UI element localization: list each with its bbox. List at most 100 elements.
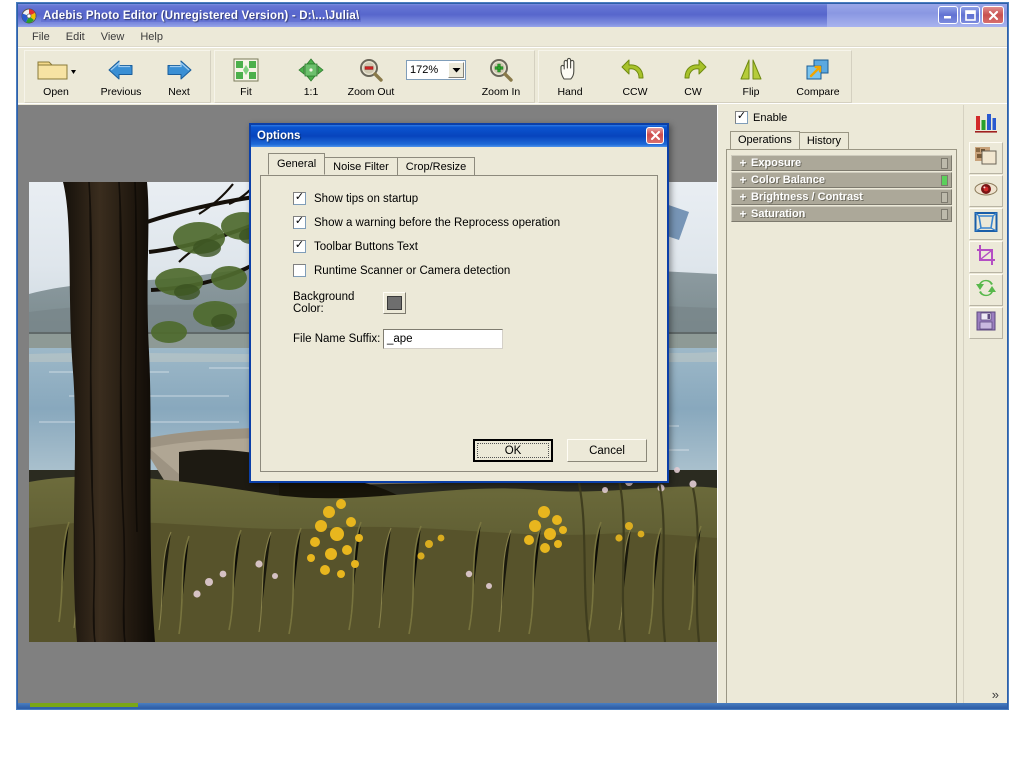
dock-expand-more[interactable]: »: [992, 687, 999, 702]
dialog-general-page: ✓ Show tips on startup ✓ Show a warning …: [260, 175, 658, 472]
flip-label: Flip: [742, 86, 760, 98]
menu-item-view[interactable]: View: [93, 29, 133, 45]
status-strip: [18, 703, 1007, 708]
zoom-out-label: Zoom Out: [347, 86, 395, 98]
zoom-in-button[interactable]: Zoom In: [470, 52, 532, 98]
close-button[interactable]: [982, 6, 1004, 24]
options-dialog: Options General Noise Filter Crop/Resize…: [249, 123, 669, 483]
operation-row-exposure[interactable]: + Exposure: [731, 155, 952, 171]
flip-icon: [736, 55, 766, 85]
window-title: Adebis Photo Editor (Unregistered Versio…: [41, 9, 362, 22]
expander-icon[interactable]: +: [735, 190, 751, 204]
rotate-ccw-button[interactable]: CCW: [606, 52, 664, 98]
dialog-title: Options: [257, 130, 301, 142]
dialog-tab-general[interactable]: General: [268, 153, 326, 175]
enable-label: Enable: [753, 111, 788, 124]
hand-label: Hand: [557, 86, 583, 98]
image-texture-button[interactable]: [968, 142, 1003, 174]
fit-button[interactable]: Fit: [217, 52, 275, 98]
save-button[interactable]: [968, 307, 1003, 339]
menu-item-file[interactable]: File: [24, 29, 58, 45]
crop-button[interactable]: [968, 241, 1003, 273]
toolbar: Open Previous Next Fit 1:1 Zoom Out 172%…: [18, 47, 1007, 104]
minimize-button[interactable]: [938, 6, 958, 24]
operation-row-saturation[interactable]: + Saturation: [731, 206, 952, 222]
maximize-button[interactable]: [960, 6, 980, 24]
fit-icon: [232, 55, 260, 85]
menu-item-edit[interactable]: Edit: [58, 29, 93, 45]
menu-item-help[interactable]: Help: [132, 29, 171, 45]
previous-button[interactable]: Previous: [92, 52, 150, 98]
operation-row-color-balance[interactable]: + Color Balance: [731, 172, 952, 188]
dialog-tab-noise-filter[interactable]: Noise Filter: [324, 157, 398, 176]
open-label: Open: [43, 86, 69, 98]
zoom-out-button[interactable]: Zoom Out: [340, 52, 402, 98]
operation-row-brightness-contrast[interactable]: + Brightness / Contrast: [731, 189, 952, 205]
rotate-refresh-icon: [974, 277, 998, 304]
reprocess-warning-label: Show a warning before the Reprocess oper…: [314, 216, 561, 229]
tab-operations[interactable]: Operations: [730, 131, 800, 149]
show-tips-checkbox[interactable]: ✓: [293, 192, 306, 205]
actual-size-button[interactable]: 1:1: [282, 52, 340, 98]
fit-label: Fit: [240, 86, 252, 98]
right-dock-panel: ✓ Enable Operations History + Exposure +…: [718, 105, 1007, 708]
operation-indicator: [941, 191, 948, 203]
ok-button[interactable]: OK: [473, 439, 553, 462]
runtime-scanner-checkbox[interactable]: [293, 264, 306, 277]
zoom-level-value: 172%: [410, 64, 439, 76]
toolbar-group-tools: Hand CCW CW Flip Compare: [538, 50, 852, 103]
red-eye-button[interactable]: [968, 175, 1003, 207]
cancel-button-label: Cancel: [589, 444, 625, 457]
chevron-down-icon[interactable]: [448, 62, 464, 78]
reprocess-warning-checkbox[interactable]: ✓: [293, 216, 306, 229]
check-icon: ✓: [294, 191, 305, 203]
option-reprocess-warning-row[interactable]: ✓ Show a warning before the Reprocess op…: [293, 216, 657, 229]
histogram-button[interactable]: [968, 109, 1003, 141]
dialog-tab-crop-resize[interactable]: Crop/Resize: [396, 157, 476, 176]
application-window: Adebis Photo Editor (Unregistered Versio…: [17, 3, 1008, 709]
arrow-right-icon: [164, 55, 194, 85]
crop-icon: [974, 244, 998, 271]
rotate-cw-icon: [678, 55, 708, 85]
operation-label: Saturation: [751, 208, 806, 220]
tab-history[interactable]: History: [798, 132, 850, 149]
frame-border-button[interactable]: [968, 208, 1003, 240]
option-show-tips-row[interactable]: ✓ Show tips on startup: [293, 192, 657, 205]
cancel-button[interactable]: Cancel: [567, 439, 647, 462]
save-floppy-icon: [975, 310, 997, 337]
hand-icon: [556, 55, 584, 85]
open-button[interactable]: Open: [27, 52, 85, 98]
expander-icon[interactable]: +: [735, 207, 751, 221]
expander-icon[interactable]: +: [735, 173, 751, 187]
zoom-level-combobox[interactable]: 172%: [406, 60, 466, 80]
flip-button[interactable]: Flip: [722, 52, 780, 98]
actual-size-icon: [297, 55, 325, 85]
compare-button[interactable]: Compare: [787, 52, 849, 98]
rotate-refresh-button[interactable]: [968, 274, 1003, 306]
dialog-title-bar: Options: [251, 125, 667, 147]
status-progress-indicator: [30, 703, 138, 707]
operation-indicator: [941, 157, 948, 169]
background-color-button[interactable]: [383, 292, 406, 314]
operation-label: Color Balance: [751, 174, 825, 186]
option-toolbar-text-row[interactable]: ✓ Toolbar Buttons Text: [293, 240, 657, 253]
enable-row[interactable]: ✓ Enable: [726, 111, 959, 124]
check-icon: ✓: [294, 215, 305, 227]
enable-checkbox[interactable]: ✓: [735, 111, 748, 124]
file-name-suffix-label: File Name Suffix:: [293, 333, 381, 345]
zoom-in-label: Zoom In: [481, 86, 521, 98]
rotate-cw-button[interactable]: CW: [664, 52, 722, 98]
option-runtime-scanner-row[interactable]: Runtime Scanner or Camera detection: [293, 264, 657, 277]
expander-icon[interactable]: +: [735, 156, 751, 170]
show-tips-label: Show tips on startup: [314, 192, 419, 205]
rotate-ccw-label: CCW: [622, 86, 648, 98]
hand-button[interactable]: Hand: [541, 52, 599, 98]
menu-bar: File Edit View Help: [18, 27, 1007, 47]
color-swatch-preview: [387, 296, 402, 310]
next-button[interactable]: Next: [150, 52, 208, 98]
file-name-suffix-input[interactable]: _ape: [383, 329, 503, 349]
dialog-close-button[interactable]: [646, 127, 664, 144]
dock-content: ✓ Enable Operations History + Exposure +…: [718, 105, 963, 708]
runtime-scanner-label: Runtime Scanner or Camera detection: [314, 264, 511, 277]
toolbar-buttons-text-checkbox[interactable]: ✓: [293, 240, 306, 253]
